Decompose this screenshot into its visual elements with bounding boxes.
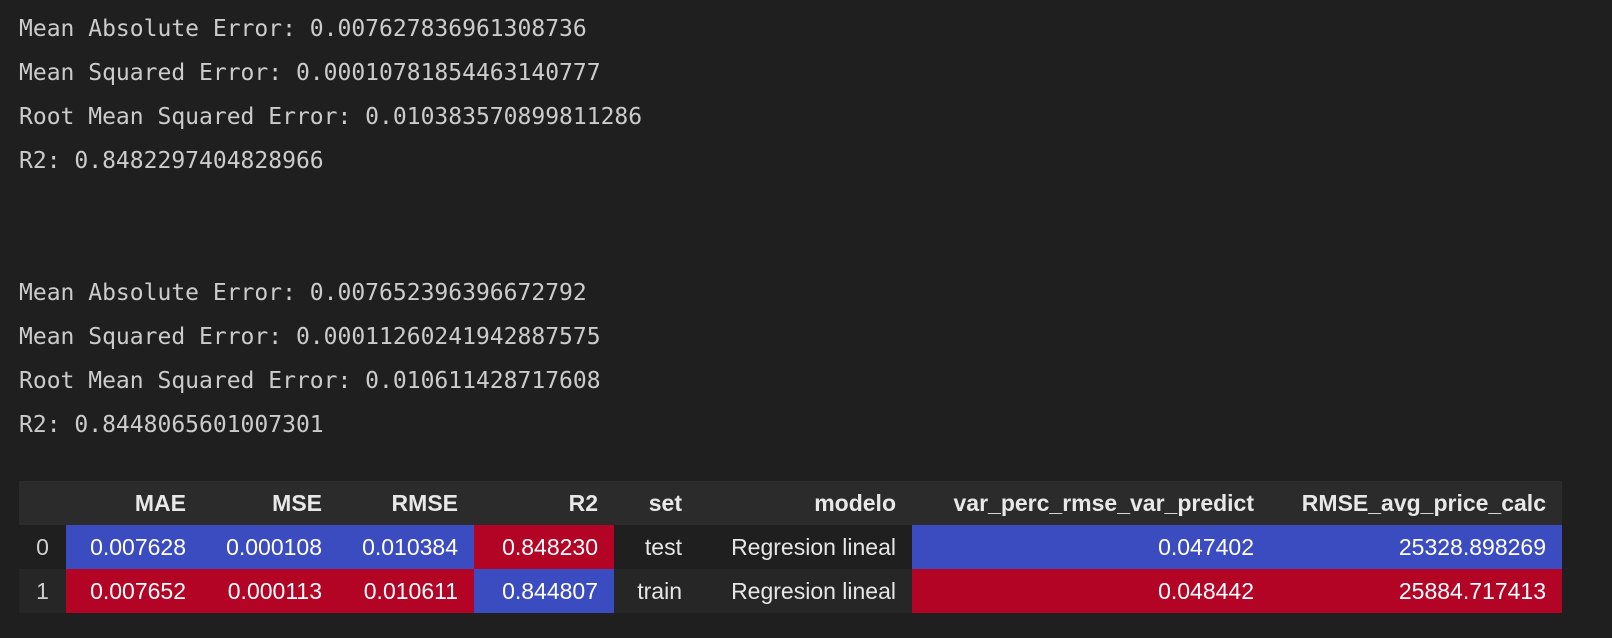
cell-mae: 0.007652 [66,569,202,613]
row-index: 0 [36,533,49,560]
cell-mse: 0.000108 [202,525,338,569]
table-row: 1 0.007652 0.000113 0.010611 0.844807 tr… [19,569,1562,613]
output-block-1: Mean Absolute Error: 0.00762783696130873… [19,7,642,183]
cell-modelo: Regresion lineal [731,577,896,604]
output-block-2: Mean Absolute Error: 0.00765239639667279… [19,271,601,447]
cell-mae: 0.007628 [66,525,202,569]
cell-modelo: Regresion lineal [731,533,896,560]
column-header-r2: R2 [568,489,598,516]
cell-var-perc: 0.047402 [912,525,1270,569]
column-header-modelo: modelo [814,489,896,516]
cell-set: train [637,577,682,604]
cell-r2: 0.848230 [474,525,614,569]
table-row: 0 0.007628 0.000108 0.010384 0.848230 te… [19,525,1562,569]
cell-rmse: 0.010384 [338,525,474,569]
mse-line: Mean Squared Error: 0.000112602419428875… [19,324,601,350]
cell-var-perc: 0.048442 [912,569,1270,613]
cell-mse: 0.000113 [202,569,338,613]
mse-line: Mean Squared Error: 0.000107818544631407… [19,60,601,86]
cell-set: test [644,533,682,560]
column-header-rmse-avg-price: RMSE_avg_price_calc [1301,489,1546,516]
column-header-rmse: RMSE [391,489,458,516]
cell-rmse: 0.010611 [338,569,474,613]
row-index: 1 [36,577,49,604]
column-header-var-perc: var_perc_rmse_var_predict [953,489,1254,516]
mae-line: Mean Absolute Error: 0.00762783696130873… [19,16,587,42]
rmse-line: Root Mean Squared Error: 0.0106114287176… [19,368,601,394]
metrics-dataframe: MAE MSE RMSE R2 set modelo var_perc_rmse… [19,481,1562,613]
r2-line: R2: 0.8482297404828966 [19,148,324,174]
mae-line: Mean Absolute Error: 0.00765239639667279… [19,280,587,306]
r2-line: R2: 0.8448065601007301 [19,412,324,438]
cell-r2: 0.844807 [474,569,614,613]
index-header [19,481,66,525]
cell-rmse-avg-price: 25884.717413 [1270,569,1562,613]
column-header-set: set [648,489,682,516]
column-header-mse: MSE [272,489,322,516]
cell-rmse-avg-price: 25328.898269 [1270,525,1562,569]
table-header-row: MAE MSE RMSE R2 set modelo var_perc_rmse… [19,481,1562,525]
rmse-line: Root Mean Squared Error: 0.0103835708998… [19,104,643,130]
column-header-mae: MAE [134,489,186,516]
